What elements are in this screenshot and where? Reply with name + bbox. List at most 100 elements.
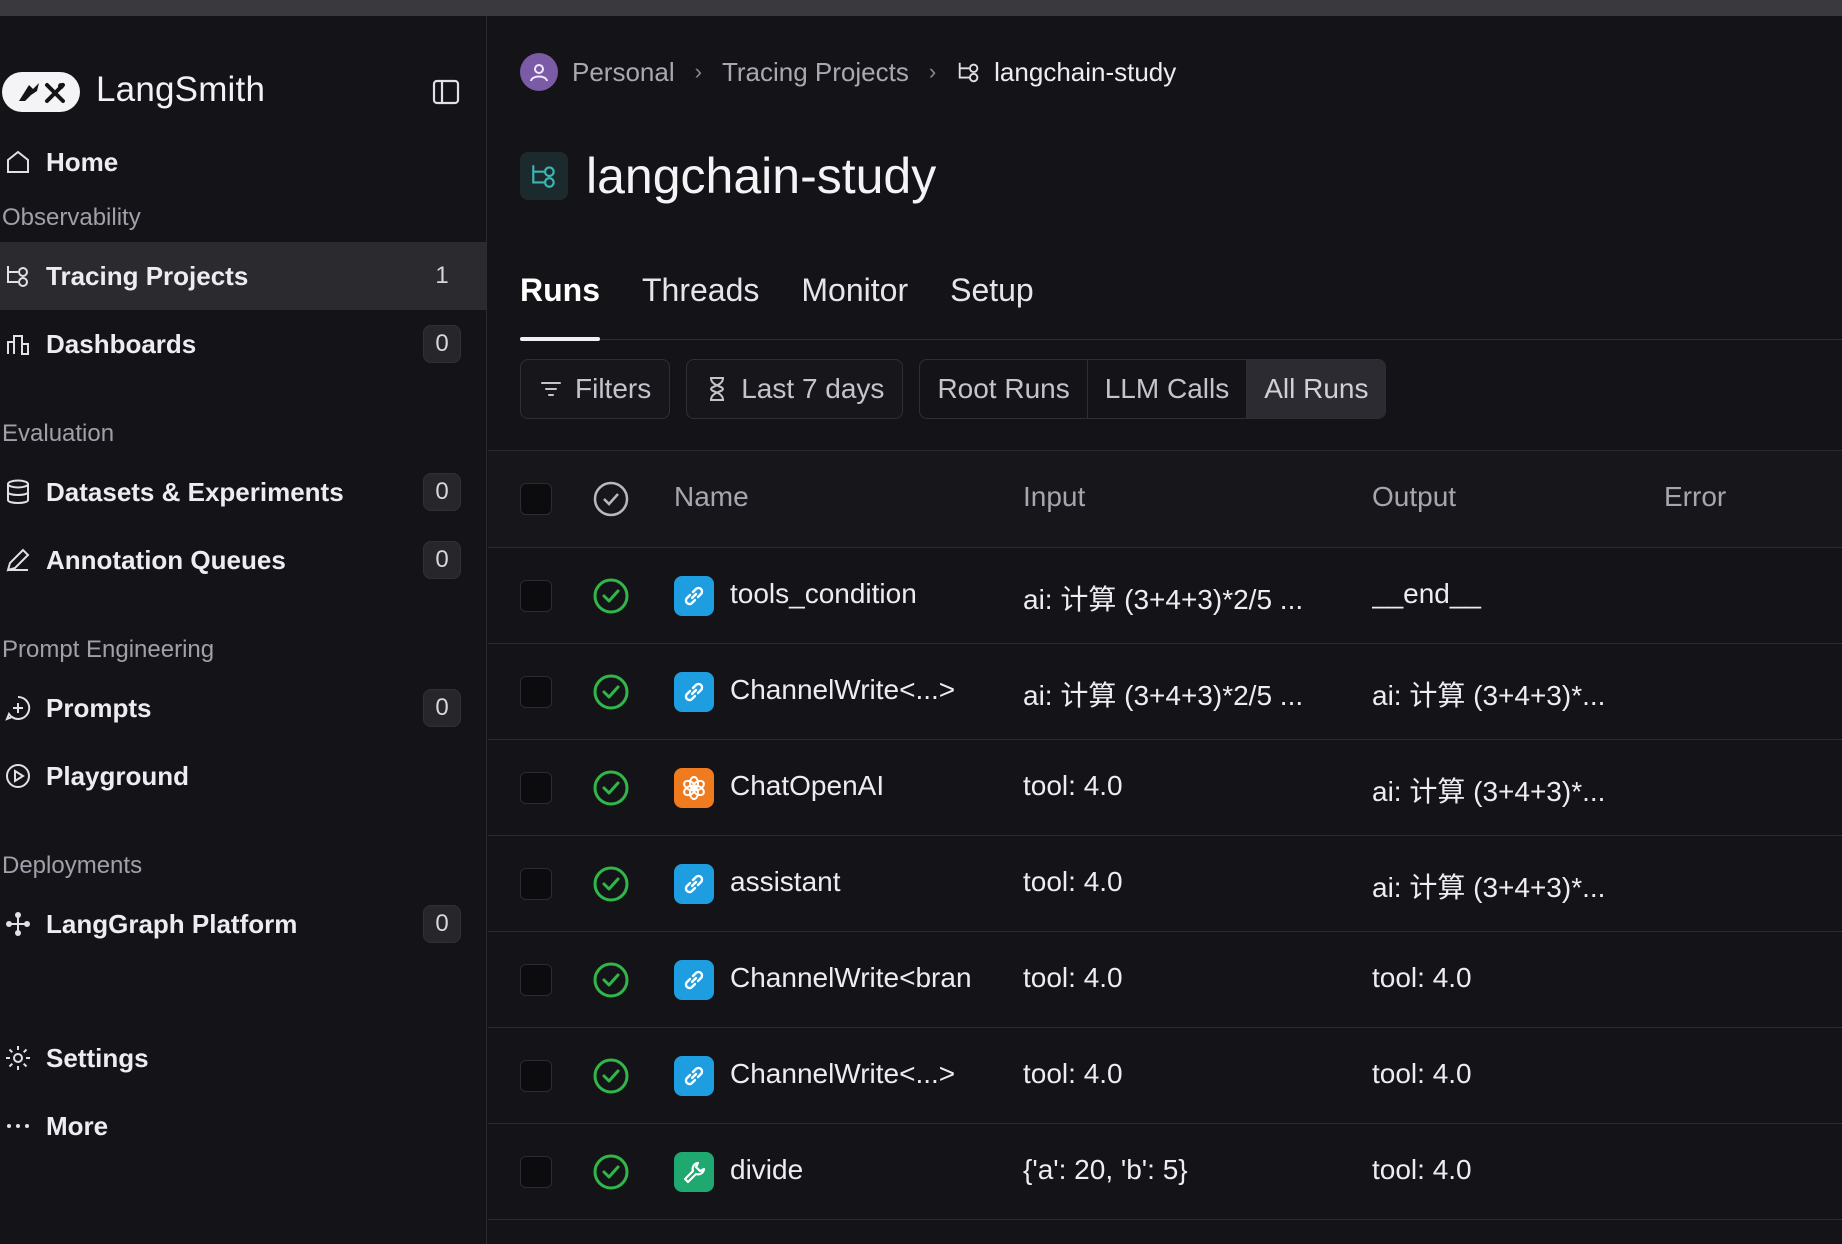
table-row[interactable]: ChatOpenAI tool: 4.0 ai: 计算 (3+4+3)*...: [488, 740, 1842, 836]
run-name[interactable]: tools_condition: [730, 578, 980, 610]
table-row[interactable]: tools_condition ai: 计算 (3+4+3)*2/5 ... __e…: [488, 548, 1842, 644]
langsmith-logo[interactable]: [2, 72, 80, 112]
table-row[interactable]: ChannelWrite<...> tool: 4.0 tool: 4.0: [488, 1028, 1842, 1124]
row-checkbox[interactable]: [520, 868, 552, 900]
sidebar-item-settings[interactable]: Settings: [0, 1024, 487, 1092]
run-output: ai: 计算 (3+4+3)*...: [1372, 680, 1606, 711]
sidebar-toggle-icon: [432, 79, 460, 105]
breadcrumb-tracing-projects[interactable]: Tracing Projects: [722, 57, 909, 88]
run-output: __end__: [1372, 578, 1482, 609]
section-deployments: Deployments: [2, 852, 143, 879]
chevron-right-icon: ›: [694, 59, 702, 84]
success-check-icon: [591, 960, 631, 1000]
sidebar-item-more[interactable]: More: [0, 1092, 487, 1160]
hourglass-icon: [710, 377, 725, 401]
count-badge: 1: [435, 262, 449, 289]
sidebar-item-label: Datasets & Experiments: [46, 476, 344, 507]
run-input: tool: 4.0: [1023, 770, 1123, 801]
sidebar-item-label: LangGraph Platform: [46, 908, 298, 939]
tab-monitor[interactable]: Monitor: [801, 252, 908, 340]
table-row[interactable]: divide {'a': 20, 'b': 5} tool: 4.0: [488, 1124, 1842, 1220]
row-checkbox[interactable]: [520, 676, 552, 708]
sidebar-item-label: Prompts: [46, 692, 152, 723]
date-range-button[interactable]: Last 7 days: [686, 359, 904, 419]
sidebar-item-label: More: [46, 1110, 109, 1141]
success-check-icon: [591, 864, 631, 904]
column-header-error[interactable]: Error: [1664, 481, 1726, 513]
count-badge: 0: [423, 689, 461, 727]
success-check-icon: [591, 768, 631, 808]
sidebar: LangSmith Home Observability Tracing Pro…: [0, 16, 487, 1244]
column-header-name[interactable]: Name: [674, 481, 749, 513]
sidebar-item-prompts[interactable]: Prompts 0: [0, 674, 487, 742]
run-name[interactable]: ChatOpenAI: [730, 770, 980, 802]
play-icon: [2, 760, 34, 792]
select-all-checkbox[interactable]: [520, 483, 552, 515]
sidebar-item-home[interactable]: Home: [0, 128, 487, 196]
section-observability: Observability: [2, 204, 141, 231]
segment-llm-calls[interactable]: LLM Calls: [1088, 360, 1248, 418]
table-row[interactable]: ChannelWrite<...> ai: 计算 (3+4+3)*2/5 ... a…: [488, 644, 1842, 740]
run-name[interactable]: ChannelWrite<...>: [730, 674, 980, 706]
runs-table: Name Input Output Error tools_conditiona…: [488, 450, 1842, 1220]
chevron-right-icon: ›: [928, 59, 937, 84]
tab-setup[interactable]: Setup: [950, 252, 1034, 340]
segment-all-runs[interactable]: All Runs: [1247, 360, 1386, 418]
sidebar-toggle-button[interactable]: [428, 74, 464, 110]
row-checkbox[interactable]: [520, 580, 552, 612]
sidebar-item-playground[interactable]: Playground: [0, 742, 487, 810]
sidebar-item-label: Annotation Queues: [46, 544, 286, 575]
run-name[interactable]: ChannelWrite<bran: [730, 962, 980, 994]
sidebar-item-label: Home: [46, 146, 119, 177]
run-output: tool: 4.0: [1372, 962, 1472, 993]
run-name[interactable]: ChannelWrite<...>: [730, 1058, 980, 1090]
column-header-input[interactable]: Input: [1023, 481, 1085, 513]
sidebar-item-langgraph-platform[interactable]: LangGraph Platform 0: [0, 890, 487, 958]
tab-threads[interactable]: Threads: [642, 252, 759, 340]
run-input: {'a': 20, 'b': 5}: [1023, 1154, 1188, 1185]
tracing-icon: [2, 260, 34, 292]
personal-avatar[interactable]: [520, 53, 558, 91]
count-badge: 0: [423, 325, 461, 363]
page-header: langchain-study: [520, 144, 936, 208]
filters-label: Filters: [575, 373, 652, 404]
database-icon: [2, 476, 34, 508]
sidebar-item-dashboards[interactable]: Dashboards 0: [0, 310, 487, 378]
run-input: tool: 4.0: [1023, 1058, 1123, 1089]
row-checkbox[interactable]: [520, 964, 552, 996]
app-name: LangSmith: [96, 70, 266, 109]
table-header: Name Input Output Error: [488, 450, 1842, 548]
row-checkbox[interactable]: [520, 1060, 552, 1092]
sidebar-item-annotation-queues[interactable]: Annotation Queues 0: [0, 526, 487, 594]
run-output: ai: 计算 (3+4+3)*...: [1372, 872, 1606, 903]
date-range-label: Last 7 days: [741, 373, 885, 404]
section-prompt-engineering: Prompt Engineering: [2, 636, 215, 663]
logo-row: LangSmith: [0, 54, 487, 130]
segment-root-runs[interactable]: Root Runs: [920, 360, 1088, 418]
run-output: tool: 4.0: [1372, 1154, 1472, 1185]
pencil-icon: [2, 544, 34, 576]
tab-runs[interactable]: Runs: [520, 252, 600, 341]
row-checkbox[interactable]: [520, 1156, 552, 1188]
table-row[interactable]: ChannelWrite<bran tool: 4.0 tool: 4.0: [488, 932, 1842, 1028]
dashboard-icon: [2, 328, 34, 360]
chain-link-icon: [674, 960, 714, 1000]
status-column-icon: [591, 479, 631, 519]
count-badge: 0: [423, 473, 461, 511]
count-badge: 0: [423, 541, 461, 579]
sidebar-item-datasets[interactable]: Datasets & Experiments 0: [0, 458, 487, 526]
openai-icon: [674, 768, 714, 808]
sidebar-item-tracing-projects[interactable]: Tracing Projects 1: [0, 242, 487, 310]
filters-button[interactable]: Filters: [520, 359, 671, 419]
breadcrumb-personal[interactable]: Personal: [572, 57, 675, 88]
run-name[interactable]: assistant: [730, 866, 980, 898]
project-icon: [520, 152, 568, 200]
chain-link-icon: [674, 864, 714, 904]
gear-icon: [2, 1042, 34, 1074]
row-checkbox[interactable]: [520, 772, 552, 804]
run-input: ai: 计算 (3+4+3)*2/5 ...: [1023, 584, 1304, 615]
sidebar-item-label: Dashboards: [46, 328, 197, 359]
column-header-output[interactable]: Output: [1372, 481, 1456, 513]
run-name[interactable]: divide: [730, 1154, 980, 1186]
table-row[interactable]: assistant tool: 4.0 ai: 计算 (3+4+3)*...: [488, 836, 1842, 932]
